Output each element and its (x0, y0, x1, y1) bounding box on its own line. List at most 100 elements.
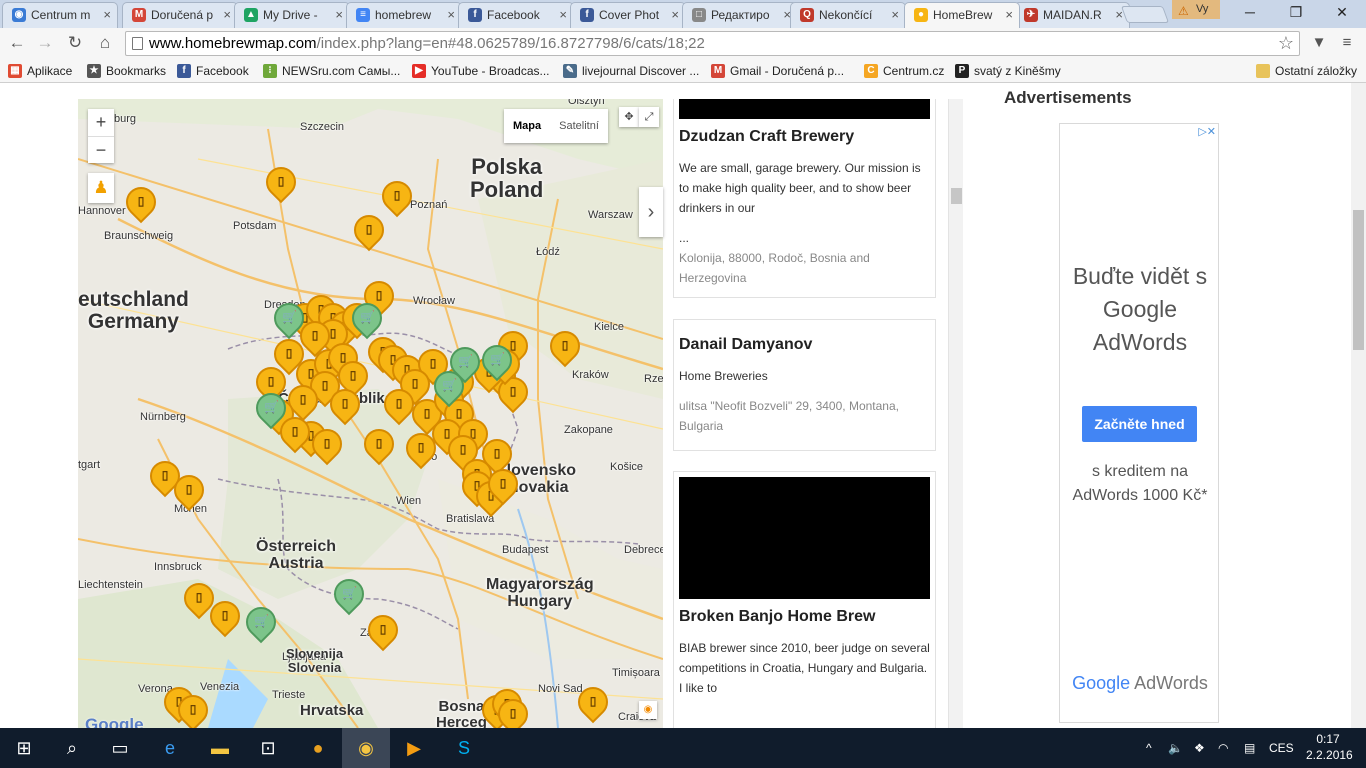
tab[interactable]: ✈ MAIDAN.R × (1014, 2, 1130, 28)
clock[interactable]: 0:17 2.2.2016 (1306, 731, 1353, 765)
chrome-icon[interactable]: ◉ (342, 728, 390, 768)
tab-close-icon[interactable]: × (103, 3, 111, 27)
reload-icon[interactable]: ↻ (63, 32, 87, 54)
skype-icon[interactable]: S (440, 728, 488, 768)
tab[interactable]: f Facebook × (458, 2, 574, 28)
shop-marker[interactable]: 🛒 (249, 386, 293, 431)
restore-button[interactable]: ❐ (1276, 2, 1316, 22)
bookmark-item[interactable]: M Gmail - Doručená p... (711, 62, 844, 80)
brewery-marker[interactable]: ▯ (323, 382, 367, 427)
fullscreen-icon[interactable]: ⤢ (639, 107, 659, 127)
tab[interactable]: □ Редактиро × (682, 2, 798, 28)
rss-icon[interactable]: ◉ (639, 701, 657, 719)
pocket-icon[interactable]: ▼ (1309, 33, 1329, 53)
listing-card[interactable]: Danail Damyanov Home Breweries ulitsa "N… (673, 319, 936, 451)
listing-card[interactable]: Broken Banjo Home Brew BIAB brewer since… (673, 471, 936, 728)
other-bookmarks[interactable]: Ostatní záložky (1256, 62, 1357, 80)
bookmark-star-icon[interactable]: ☆ (1278, 32, 1294, 55)
move-icon[interactable]: ✥ (619, 107, 639, 127)
brewery-marker[interactable]: ▯ (305, 422, 349, 467)
shop-marker[interactable]: 🛒 (475, 338, 519, 383)
brewery-marker[interactable]: ▯ (571, 680, 615, 725)
listing-scrollbar-thumb[interactable] (951, 188, 962, 204)
profile-button[interactable]: ⚠ Vy (1172, 0, 1220, 19)
tab-close-icon[interactable]: × (223, 3, 231, 27)
map[interactable]: Olsztyn Szczecin burg Hannover Braunschweig P… (78, 99, 663, 728)
media-player-icon[interactable]: ▶ (390, 728, 438, 768)
tab[interactable]: M Doručená p × (122, 2, 238, 28)
tab[interactable]: ▲ My Drive - × (234, 2, 350, 28)
tab-close-icon[interactable]: × (447, 3, 455, 27)
address-bar[interactable]: www.homebrewmap.com/index.php?lang=en#48… (125, 31, 1300, 56)
tab-close-icon[interactable]: × (559, 3, 567, 27)
map-type-map-button[interactable]: Mapa (504, 109, 550, 143)
zoom-in-button[interactable]: + (88, 109, 114, 136)
bookmark-item[interactable]: ▦ Aplikace (8, 62, 72, 80)
brewery-marker[interactable]: ▯ (357, 422, 401, 467)
listing-title[interactable]: Broken Banjo Home Brew (674, 608, 935, 626)
brewery-marker[interactable]: ▯ (399, 426, 443, 471)
shop-marker[interactable]: 🛒 (443, 340, 487, 385)
bookmark-item[interactable]: f Facebook (177, 62, 249, 80)
app-icon[interactable]: ● (294, 728, 342, 768)
listing-title[interactable]: Danail Damyanov (674, 336, 935, 354)
language-indicator[interactable]: CES (1269, 728, 1294, 768)
close-window-button[interactable]: ✕ (1322, 2, 1362, 22)
toggle-list-chevron-icon[interactable]: › (639, 187, 663, 237)
brewery-marker[interactable]: ▯ (203, 594, 247, 639)
action-center-icon[interactable]: ▤ (1244, 728, 1255, 768)
shop-marker[interactable]: 🛒 (239, 600, 283, 645)
brewery-marker[interactable]: ▯ (543, 324, 587, 369)
brewery-marker[interactable]: ▯ (491, 692, 535, 728)
listing-title[interactable]: Dzudzan Craft Brewery (674, 128, 935, 146)
forward-icon[interactable]: → (33, 32, 57, 54)
tab[interactable]: ◉ Centrum m × (2, 2, 118, 28)
shop-marker[interactable]: 🛒 (267, 296, 311, 341)
brewery-marker[interactable]: ▯ (377, 382, 421, 427)
brewery-marker[interactable]: ▯ (119, 180, 163, 225)
tab-close-icon[interactable]: × (671, 3, 679, 27)
ad-choices-icon[interactable]: ▷✕ (1198, 125, 1216, 138)
tab[interactable]: ● HomeBrew × (904, 2, 1020, 28)
task-view-icon[interactable]: ▭ (96, 728, 144, 768)
file-explorer-icon[interactable]: ▬ (196, 728, 244, 768)
volume-icon[interactable]: 🔈 (1168, 728, 1183, 768)
brewery-marker[interactable]: ▯ (259, 160, 303, 205)
tab-close-icon[interactable]: × (891, 3, 899, 27)
listing-card[interactable]: Dzudzan Craft Brewery We are small, gara… (673, 99, 936, 298)
tray-arrow-icon[interactable]: ^ (1146, 728, 1152, 768)
bookmark-item[interactable]: ✎ livejournal Discover ... (563, 62, 699, 80)
bookmark-item[interactable]: Psvatý z Kiněšmy (955, 62, 1061, 80)
brewery-marker[interactable]: ▯ (361, 608, 405, 653)
search-icon[interactable]: ⌕ (48, 728, 96, 768)
tab[interactable]: f Cover Phot × (570, 2, 686, 28)
windows-start-icon[interactable]: ⊞ (0, 728, 48, 768)
pegman-icon[interactable]: ♟ (88, 173, 114, 203)
page-scrollbar-thumb[interactable] (1353, 210, 1364, 350)
back-icon[interactable]: ← (5, 32, 29, 54)
bookmark-item[interactable]: ★ Bookmarks (87, 62, 166, 80)
new-tab-button[interactable] (1120, 6, 1170, 23)
brewery-marker[interactable]: ▯ (167, 468, 211, 513)
minimize-button[interactable]: ─ (1230, 2, 1270, 22)
brewery-marker[interactable]: ▯ (481, 462, 525, 507)
map-type-satellite-button[interactable]: Satelitní (550, 109, 608, 143)
dropbox-icon[interactable]: ❖ (1194, 728, 1205, 768)
tab-close-icon[interactable]: × (1005, 3, 1013, 27)
shop-marker[interactable]: 🛒 (345, 296, 389, 341)
bookmark-item[interactable]: ▶ YouTube - Broadcas... (412, 62, 550, 80)
brewery-marker[interactable]: ▯ (171, 688, 215, 728)
bookmark-item[interactable]: C Centrum.cz (864, 62, 944, 80)
adwords-banner[interactable]: ▷✕ Buďte vidět s Google AdWords Začněte … (1059, 123, 1219, 723)
bookmark-item[interactable]: ⁝ NEWSru.com Самы... (263, 62, 400, 80)
tab[interactable]: Q Nekončící × (790, 2, 906, 28)
brewery-marker[interactable]: ▯ (347, 208, 391, 253)
page-scrollbar[interactable] (1351, 83, 1366, 728)
store-icon[interactable]: ⊡ (244, 728, 292, 768)
zoom-out-button[interactable]: − (88, 136, 114, 163)
tab[interactable]: ≡ homebrew × (346, 2, 462, 28)
wifi-icon[interactable]: ◠ (1218, 728, 1228, 768)
home-icon[interactable]: ⌂ (93, 32, 117, 54)
edge-icon[interactable]: e (146, 728, 194, 768)
brewery-marker[interactable]: ▯ (375, 174, 419, 219)
